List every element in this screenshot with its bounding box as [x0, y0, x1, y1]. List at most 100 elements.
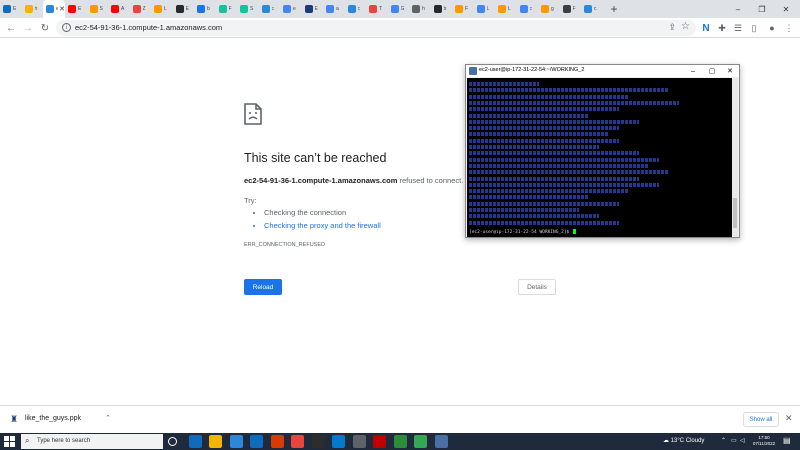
tab-title: S [250, 6, 254, 12]
browser-tab[interactable]: E [173, 0, 195, 18]
terminal-output-line [469, 195, 589, 200]
browser-tab[interactable]: G [388, 0, 410, 18]
terminal-scroll-thumb[interactable] [733, 198, 737, 228]
browser-tab[interactable]: h [22, 0, 44, 18]
new-tab-button[interactable]: + [611, 2, 623, 16]
error-host: ec2-54-91-36-1.compute-1.amazonaws.com [244, 176, 398, 185]
reading-list-icon[interactable]: ☰ [731, 21, 745, 35]
reload-icon[interactable]: ↻ [38, 21, 52, 35]
taskbar-clock[interactable]: 17:50 07/11/2022 [750, 435, 778, 447]
chrome-icon[interactable] [291, 435, 304, 448]
browser-tab[interactable]: L [474, 0, 496, 18]
terminal-window[interactable]: ec2-user@ip-172-31-22-54:~/WORKING_2 – ▢… [465, 64, 740, 238]
browser-tab[interactable]: a [323, 0, 345, 18]
download-options-chevron-icon[interactable]: ⌃ [105, 414, 111, 422]
extension-n-icon[interactable]: N [699, 21, 713, 35]
browser-tab[interactable]: c [517, 0, 539, 18]
address-bar[interactable]: i ec2-54-91-36-1.compute-1.amazonaws.com… [56, 20, 696, 36]
close-window-button[interactable]: ✕ [775, 0, 797, 18]
weather-widget[interactable]: ☁ 13°C Cloudy [663, 437, 704, 444]
bookmark-star-icon[interactable]: ☆ [681, 21, 690, 32]
browser-tab[interactable]: e ✕ [43, 0, 65, 18]
filezilla-icon[interactable] [373, 435, 386, 448]
browser-tab[interactable]: L [495, 0, 517, 18]
terminal-icon[interactable] [311, 435, 325, 448]
edge-icon[interactable] [188, 435, 202, 448]
terminal-scrollbar[interactable] [732, 78, 738, 237]
notification-icon[interactable]: ▤ [783, 436, 791, 445]
show-all-button[interactable]: Show all [743, 412, 779, 427]
tray-overflow-icon[interactable]: ⌃ [721, 437, 726, 444]
details-button[interactable]: Details [518, 279, 556, 295]
youtube-icon [111, 5, 119, 13]
terminal-prompt-line[interactable]: [ec2-user@ip-172-31-22-54 WORKING_2]$ [469, 229, 576, 235]
terminal-title-bar[interactable]: ec2-user@ip-172-31-22-54:~/WORKING_2 – ▢… [466, 65, 739, 77]
terminal-output-line [469, 145, 599, 149]
share-icon[interactable]: ⇪ [668, 22, 676, 33]
task-view-icon[interactable] [168, 437, 177, 446]
close-download-bar-icon[interactable]: ✕ [785, 413, 793, 424]
browser-tab[interactable]: F [216, 0, 238, 18]
browser-tab[interactable]: F [560, 0, 582, 18]
tab-title: c [529, 6, 533, 12]
maximize-window-button[interactable]: ❐ [751, 0, 773, 18]
app-icon[interactable] [414, 435, 427, 448]
browser-tab[interactable]: S [87, 0, 109, 18]
terminal-screen[interactable]: [ec2-user@ip-172-31-22-54 WORKING_2]$ [467, 78, 732, 237]
app-icon[interactable] [393, 435, 407, 448]
edge-icon [46, 5, 54, 13]
forward-button[interactable]: → [21, 21, 35, 35]
terminal-output-line [469, 170, 669, 175]
browser-tab[interactable]: A [108, 0, 130, 18]
terminal-output-line [469, 176, 639, 181]
download-file-name[interactable]: like_the_guys.ppk [25, 415, 81, 422]
browser-tab[interactable]: E [65, 0, 87, 18]
browser-tab[interactable]: h [409, 0, 431, 18]
browser-tab[interactable]: c [581, 0, 603, 18]
taskbar-search-box[interactable]: ⌕ Type here to search [21, 434, 163, 449]
browser-tab[interactable]: Z [130, 0, 152, 18]
menu-dots-icon[interactable]: ⋮ [782, 21, 796, 35]
taskbar-search-placeholder: Type here to search [37, 438, 91, 444]
terminal-minimize-button[interactable]: – [684, 65, 702, 77]
browser-icon[interactable] [352, 435, 366, 448]
network-icon[interactable]: ▭ [731, 437, 737, 444]
tab-title: b [207, 6, 210, 12]
reload-button[interactable]: Reload [244, 279, 282, 295]
minimize-window-button[interactable]: – [727, 0, 749, 18]
browser-tab[interactable]: e [280, 0, 302, 18]
back-button[interactable]: ← [4, 21, 18, 35]
browser-tab[interactable]: E [302, 0, 324, 18]
mail-icon[interactable] [250, 435, 263, 448]
browser-tab[interactable]: b [431, 0, 453, 18]
extensions-puzzle-icon[interactable]: ✚ [715, 21, 729, 35]
google-icon [519, 5, 528, 13]
side-panel-icon[interactable]: ▯ [747, 21, 761, 35]
browser-tab[interactable]: c [345, 0, 367, 18]
browser-tab[interactable]: S [237, 0, 259, 18]
suggestion-check-connection: Checking the connection [264, 208, 381, 221]
browser-tab[interactable]: b [194, 0, 216, 18]
tab-title: c [357, 6, 361, 12]
vscode-icon[interactable] [332, 435, 345, 448]
browser-tab[interactable]: F [452, 0, 474, 18]
info-icon[interactable]: i [62, 23, 71, 32]
file-explorer-icon[interactable] [209, 435, 222, 448]
store-icon[interactable] [229, 435, 243, 448]
browser-tab[interactable]: L [151, 0, 173, 18]
browser-tab[interactable]: T [366, 0, 388, 18]
terminal-maximize-button[interactable]: ▢ [703, 65, 721, 77]
browser-toolbar: ← → ↻ i ec2-54-91-36-1.compute-1.amazona… [0, 18, 800, 38]
windows-start-icon[interactable] [4, 436, 15, 447]
office-icon[interactable] [270, 435, 284, 448]
suggestion-check-proxy-link[interactable]: Checking the proxy and the firewall [264, 221, 381, 234]
terminal-close-button[interactable]: ✕ [721, 65, 739, 77]
error-message-suffix: refused to connect. [397, 176, 464, 185]
browser-tab[interactable]: E [0, 0, 22, 18]
browser-tab[interactable]: c [259, 0, 281, 18]
putty-icon[interactable] [434, 435, 448, 448]
profile-avatar-icon[interactable]: ● [765, 21, 779, 35]
error-code: ERR_CONNECTION_REFUSED [244, 242, 325, 248]
volume-icon[interactable]: ◁ [740, 437, 745, 444]
browser-tab[interactable]: g [538, 0, 560, 18]
